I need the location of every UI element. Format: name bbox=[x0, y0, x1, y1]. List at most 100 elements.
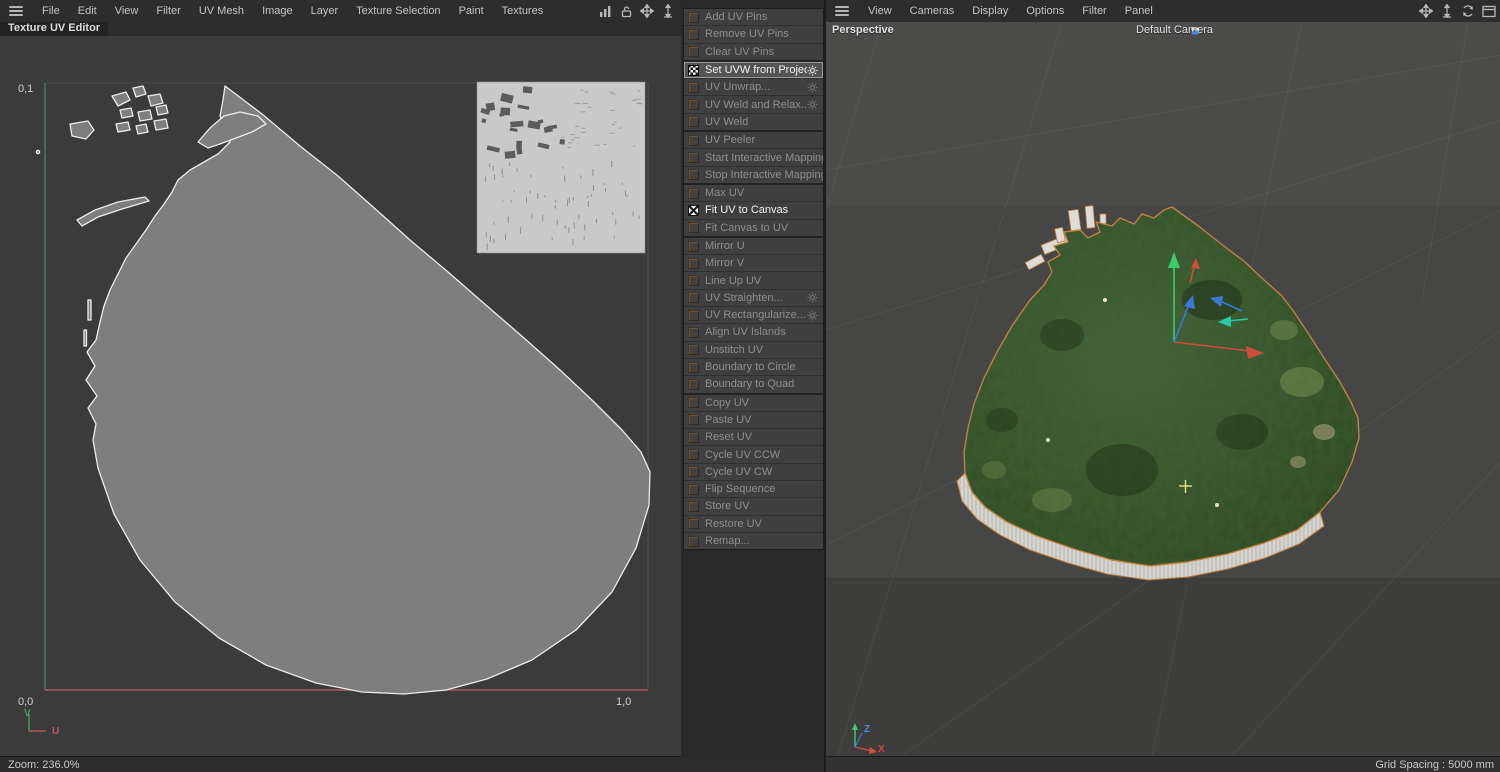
palette-item-set-uvw-from-projection[interactable]: Set UVW from Projection... bbox=[684, 61, 823, 80]
options-gear-icon[interactable] bbox=[807, 82, 819, 93]
fit-canvas-to-uv-icon bbox=[688, 222, 699, 234]
menu-item-filter[interactable]: Filter bbox=[147, 0, 189, 22]
fit-uv-to-canvas-icon bbox=[688, 204, 699, 216]
palette-item-uv-straighten: UV Straighten... bbox=[684, 289, 823, 308]
palette-item-label: Remove UV Pins bbox=[705, 28, 789, 41]
options-gear-icon[interactable] bbox=[807, 65, 819, 76]
palette-item-label: Mirror U bbox=[705, 240, 745, 252]
chart-icon[interactable] bbox=[598, 4, 612, 18]
unstitch-uv-icon bbox=[688, 344, 699, 356]
palette-item-label: Paste UV bbox=[705, 413, 752, 426]
boundary-to-quad-icon bbox=[688, 378, 699, 390]
palette-item-label: UV Weld bbox=[705, 115, 749, 128]
uv-unwrap-icon bbox=[688, 81, 699, 93]
palette-item-restore-uv: Restore UV bbox=[684, 515, 823, 533]
menu-item-paint[interactable]: Paint bbox=[450, 0, 493, 22]
menu-item-textures[interactable]: Textures bbox=[493, 0, 553, 22]
menu-item-view[interactable]: View bbox=[859, 0, 901, 22]
view-type-label: Perspective bbox=[832, 24, 894, 36]
palette-item-uv-weld-and-relax: UV Weld and Relax... bbox=[684, 96, 823, 114]
menu-item-view[interactable]: View bbox=[106, 0, 148, 22]
palette-item-label: Store UV bbox=[705, 500, 750, 513]
uv-axis-v-label: V bbox=[24, 708, 31, 719]
menu-item-filter[interactable]: Filter bbox=[1073, 0, 1115, 22]
viewport-3d[interactable]: Perspective Default Camera Z X bbox=[826, 22, 1500, 756]
move-icon[interactable] bbox=[640, 4, 654, 18]
options-gear-icon[interactable] bbox=[807, 99, 819, 110]
palette-item-label: UV Weld and Relax... bbox=[705, 98, 807, 111]
move-icon[interactable] bbox=[1419, 4, 1433, 18]
uv-label-1-0: 1,0 bbox=[616, 696, 632, 708]
panel-menu-icon[interactable] bbox=[9, 6, 23, 16]
dolly-icon[interactable] bbox=[661, 4, 675, 18]
menu-item-panel[interactable]: Panel bbox=[1116, 0, 1162, 22]
uv-peeler-icon bbox=[688, 134, 699, 146]
palette-item-label: Cycle UV CCW bbox=[705, 448, 781, 461]
uv-editor-statusbar: Zoom: 236.0% bbox=[0, 756, 824, 772]
palette-item-label: Copy UV bbox=[705, 396, 750, 409]
menu-item-texture-selection[interactable]: Texture Selection bbox=[347, 0, 449, 22]
menu-item-display[interactable]: Display bbox=[963, 0, 1017, 22]
palette-item-label: Line Up UV bbox=[705, 274, 762, 287]
palette-item-uv-weld: UV Weld bbox=[684, 113, 823, 133]
palette-item-stop-interactive-mapping: Stop Interactive Mapping bbox=[684, 166, 823, 185]
palette-item-start-interactive-mapping: Start Interactive Mapping bbox=[684, 149, 823, 167]
texture-preview-thumbnail bbox=[476, 81, 646, 254]
palette-item-cycle-uv-cw: Cycle UV CW bbox=[684, 463, 823, 482]
palette-item-label: Remap... bbox=[705, 535, 750, 548]
palette-item-store-uv: Store UV bbox=[684, 498, 823, 516]
viewport-menubar: View Cameras Display Options Filter Panel bbox=[826, 0, 1500, 23]
uv-editor-menu: File Edit View Filter UV Mesh Image Layer Textu… bbox=[33, 0, 552, 22]
palette-item-label: Stop Interactive Mapping bbox=[705, 168, 823, 181]
uv-canvas-graphics bbox=[35, 81, 651, 695]
palette-item-label: Cycle UV CW bbox=[705, 465, 773, 478]
uv-canvas[interactable]: 0,1 0,0 1,0 V U bbox=[0, 36, 681, 757]
menu-item-options[interactable]: Options bbox=[1017, 0, 1073, 22]
max-uv-icon bbox=[688, 187, 699, 199]
menu-item-layer[interactable]: Layer bbox=[302, 0, 348, 22]
perspective-viewport-pane: View Cameras Display Options Filter Panel bbox=[824, 0, 1500, 772]
mirror-u-icon bbox=[688, 240, 699, 252]
palette-item-label: Boundary to Quad bbox=[705, 378, 795, 391]
palette-item-flip-sequence: Flip Sequence bbox=[684, 481, 823, 499]
palette-item-max-uv: Max UV bbox=[684, 184, 823, 203]
world-axis-x-label: X bbox=[878, 744, 885, 755]
options-gear-icon[interactable] bbox=[807, 292, 819, 303]
menu-item-image[interactable]: Image bbox=[253, 0, 302, 22]
uv-editor-pane: File Edit View Filter UV Mesh Image Layer Textu… bbox=[0, 0, 681, 757]
flip-sequence-icon bbox=[688, 483, 699, 495]
lock-icon[interactable] bbox=[619, 4, 633, 18]
reset-uv-icon bbox=[688, 431, 699, 443]
palette-item-label: Align UV Islands bbox=[705, 326, 786, 339]
options-gear-icon[interactable] bbox=[807, 310, 819, 321]
palette-item-uv-rectangularize: UV Rectangularize... bbox=[684, 307, 823, 325]
viewport-menu-icon[interactable] bbox=[835, 6, 849, 16]
palette-item-copy-uv: Copy UV bbox=[684, 394, 823, 412]
camera-icon bbox=[1191, 27, 1200, 35]
rotate-icon[interactable] bbox=[1461, 4, 1475, 18]
cycle-uv-cw-icon bbox=[688, 466, 699, 478]
palette-item-fit-uv-to-canvas[interactable]: Fit UV to Canvas bbox=[684, 202, 823, 220]
uv-axis-u-label: U bbox=[52, 726, 60, 737]
maximize-icon[interactable] bbox=[1482, 4, 1496, 18]
palette-item-mirror-u: Mirror U bbox=[684, 237, 823, 256]
palette-item-label: Boundary to Circle bbox=[705, 361, 796, 374]
palette-item-label: Reset UV bbox=[705, 431, 753, 444]
align-uv-islands-icon bbox=[688, 326, 699, 338]
palette-item-label: UV Rectangularize... bbox=[705, 309, 806, 322]
viewport-graphics bbox=[826, 22, 1500, 756]
menu-item-uv-mesh[interactable]: UV Mesh bbox=[190, 0, 253, 22]
palette-item-boundary-to-quad: Boundary to Quad bbox=[684, 376, 823, 395]
grid-spacing-label: Grid Spacing : 5000 mm bbox=[1375, 758, 1494, 771]
menu-item-file[interactable]: File bbox=[33, 0, 69, 22]
palette-item-uv-unwrap: UV Unwrap... bbox=[684, 79, 823, 97]
tab-texture-uv-editor[interactable]: Texture UV Editor bbox=[0, 22, 109, 36]
menu-item-edit[interactable]: Edit bbox=[69, 0, 106, 22]
uv-label-0-1: 0,1 bbox=[18, 83, 34, 95]
palette-item-cycle-uv-ccw: Cycle UV CCW bbox=[684, 446, 823, 464]
dolly-icon[interactable] bbox=[1440, 4, 1454, 18]
uv-editor-menubar: File Edit View Filter UV Mesh Image Layer Textu… bbox=[0, 0, 681, 23]
palette-item-unstitch-uv: Unstitch UV bbox=[684, 341, 823, 359]
menu-item-cameras[interactable]: Cameras bbox=[901, 0, 964, 22]
palette-item-paste-uv: Paste UV bbox=[684, 411, 823, 430]
